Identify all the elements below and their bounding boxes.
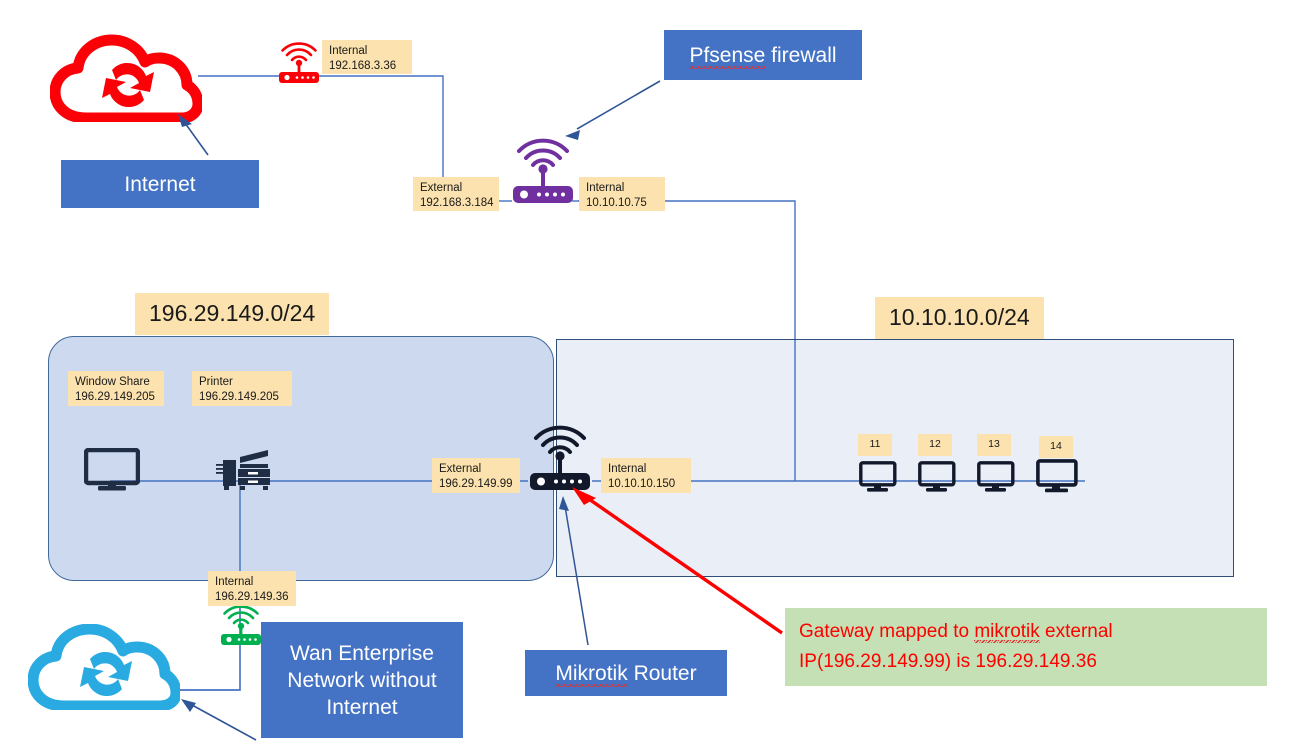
callout-wan-enterprise-label: Wan Enterprise Network without Internet: [287, 641, 437, 719]
arrow-internet-shaft: [184, 122, 209, 156]
chip-mikrotik-internal: Internal 10.10.10.150: [601, 458, 691, 493]
callout-mikrotik-word-mikrotik: Mikrotik: [555, 661, 628, 687]
lan-pc-icon-14: [1036, 459, 1078, 494]
subnet-label-right: 10.10.10.0/24: [875, 297, 1044, 339]
callout-mikrotik-label: Mikrotik Router: [555, 660, 697, 687]
chip-wan-internal: Internal 196.29.149.36: [208, 571, 296, 606]
callout-pfsense-label: Pfsense firewall: [689, 42, 837, 69]
callout-internet[interactable]: Internet: [61, 160, 259, 208]
network-diagram-canvas: Internet Internal 192.168.3.36 Pfsense f…: [0, 0, 1314, 741]
wan-cloud-icon: [28, 624, 180, 710]
lan-pc-icon-11: [859, 461, 897, 493]
internet-cloud-icon: [50, 34, 202, 122]
chip-pc-12: 12: [918, 434, 952, 456]
note-line-2: IP(196.29.149.99) is 196.29.149.36: [799, 651, 1097, 672]
callout-pfsense-word-pfsense: Pfsense: [689, 43, 766, 69]
window-share-pc-icon: [84, 448, 140, 492]
mikrotik-router-icon: [526, 424, 594, 496]
callout-wan-enterprise[interactable]: Wan Enterprise Network without Internet: [261, 622, 463, 738]
chip-pc-13: 13: [977, 434, 1011, 456]
lan-pc-icon-13: [977, 461, 1015, 493]
callout-mikrotik-router[interactable]: Mikrotik Router: [525, 650, 727, 696]
chip-window-share: Window Share 196.29.149.205: [68, 371, 164, 406]
callout-internet-label: Internet: [124, 172, 196, 196]
chip-printer: Printer 196.29.149.205: [192, 371, 292, 406]
callout-pfsense-word-firewall: firewall: [765, 43, 837, 67]
arrow-wan-shaft: [191, 704, 257, 741]
note-gateway-mapping: Gateway mapped to mikrotik external IP(1…: [785, 608, 1267, 686]
chip-isp-internal: Internal 192.168.3.36: [322, 40, 412, 74]
note-line-1-part-c: external: [1039, 621, 1113, 642]
callout-mikrotik-word-router: Router: [627, 661, 697, 685]
isp-router-icon: [276, 42, 322, 88]
callout-pfsense-firewall[interactable]: Pfsense firewall: [664, 30, 862, 80]
note-line-1: Gateway mapped to mikrotik external: [799, 617, 1253, 647]
note-word-mikrotik: mikrotik: [974, 621, 1040, 643]
printer-icon: [210, 448, 272, 490]
chip-pc-11: 11: [858, 434, 892, 456]
wan-router-icon: [218, 606, 264, 650]
lan-pc-icon-12: [918, 461, 956, 493]
pfsense-router-icon: [509, 134, 577, 210]
arrow-wan-head: [181, 699, 196, 712]
arrow-pfsense-shaft: [576, 80, 661, 130]
line-isp-to-pfsense-external: [316, 75, 444, 186]
chip-pc-14: 14: [1039, 436, 1073, 458]
chip-pfsense-external: External 192.168.3.184: [413, 177, 499, 211]
subnet-label-left: 196.29.149.0/24: [135, 293, 330, 335]
chip-pfsense-internal: Internal 10.10.10.75: [579, 177, 665, 211]
chip-mikrotik-external: External 196.29.149.99: [432, 458, 520, 493]
note-line-1-part-a: Gateway mapped to: [799, 621, 975, 642]
